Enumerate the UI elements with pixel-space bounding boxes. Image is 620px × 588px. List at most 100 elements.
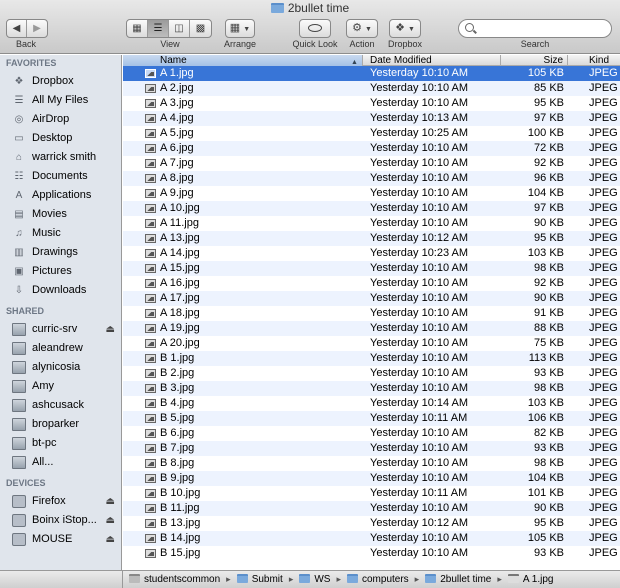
file-row[interactable]: B 8.jpg Yesterday 10:10 AM 98 KB JPEG (123, 456, 620, 471)
file-row[interactable]: A 18.jpg Yesterday 10:10 AM 91 KB JPEG (123, 306, 620, 321)
file-row[interactable]: B 7.jpg Yesterday 10:10 AM 93 KB JPEG (123, 441, 620, 456)
sidebar-item-desktop[interactable]: ▭ Desktop (0, 129, 121, 148)
action-button[interactable]: ⚙ ▼ (346, 19, 378, 38)
file-row[interactable]: B 6.jpg Yesterday 10:10 AM 82 KB JPEG (123, 426, 620, 441)
file-date: Yesterday 10:10 AM (370, 502, 469, 514)
file-size: 103 KB (527, 397, 564, 409)
image-file-icon (145, 189, 156, 198)
file-row[interactable]: B 1.jpg Yesterday 10:10 AM 113 KB JPEG (123, 351, 620, 366)
path-segment[interactable]: 2bullet time (425, 571, 491, 588)
file-row[interactable]: B 4.jpg Yesterday 10:14 AM 103 KB JPEG (123, 396, 620, 411)
file-row[interactable]: A 1.jpg Yesterday 10:10 AM 105 KB JPEG (123, 66, 620, 81)
list-view-icon[interactable]: ☰ (148, 20, 169, 37)
sidebar-item-warrick-smith[interactable]: ⌂ warrick smith (0, 148, 121, 167)
forward-button[interactable]: ▶ (27, 20, 47, 37)
sidebar-item-ashcusack[interactable]: ashcusack (0, 396, 121, 415)
sidebar-item-downloads[interactable]: ⇩ Downloads (0, 281, 121, 300)
file-row[interactable]: A 6.jpg Yesterday 10:10 AM 72 KB JPEG (123, 141, 620, 156)
file-row[interactable]: B 10.jpg Yesterday 10:11 AM 101 KB JPEG (123, 486, 620, 501)
sidebar-item-drawings[interactable]: ▥ Drawings (0, 243, 121, 262)
eject-icon[interactable]: ⏏ (106, 511, 115, 530)
file-row[interactable]: A 3.jpg Yesterday 10:10 AM 95 KB JPEG (123, 96, 620, 111)
sidebar-item-movies[interactable]: ▤ Movies (0, 205, 121, 224)
sidebar-item-boinx-istop[interactable]: Boinx iStop... ⏏ (0, 511, 121, 530)
file-name: B 7.jpg (160, 442, 195, 454)
file-name: B 15.jpg (160, 547, 201, 559)
file-row[interactable]: A 15.jpg Yesterday 10:10 AM 98 KB JPEG (123, 261, 620, 276)
file-row[interactable]: A 4.jpg Yesterday 10:13 AM 97 KB JPEG (123, 111, 620, 126)
image-file-icon (145, 414, 156, 423)
file-date: Yesterday 10:10 AM (370, 532, 469, 544)
file-row[interactable]: B 13.jpg Yesterday 10:12 AM 95 KB JPEG (123, 516, 620, 531)
chevron-right-icon: ▸ (414, 574, 420, 584)
sidebar-item-all-my-files[interactable]: ☰ All My Files (0, 91, 121, 110)
file-row[interactable]: A 13.jpg Yesterday 10:12 AM 95 KB JPEG (123, 231, 620, 246)
file-size: 75 KB (534, 337, 564, 349)
file-row[interactable]: A 10.jpg Yesterday 10:10 AM 97 KB JPEG (123, 201, 620, 216)
sidebar-item-dropbox[interactable]: ❖ Dropbox (0, 72, 121, 91)
path-segment[interactable]: WS (299, 571, 330, 588)
icon-view-icon[interactable]: ▦ (127, 20, 148, 37)
sidebar-item-firefox[interactable]: Firefox ⏏ (0, 492, 121, 511)
file-size: 85 KB (534, 82, 564, 94)
size-column-header[interactable]: Size (501, 55, 568, 66)
path-segment[interactable]: computers (346, 571, 409, 588)
file-row[interactable]: A 8.jpg Yesterday 10:10 AM 96 KB JPEG (123, 171, 620, 186)
eject-icon[interactable]: ⏏ (106, 492, 115, 511)
file-row[interactable]: A 7.jpg Yesterday 10:10 AM 92 KB JPEG (123, 156, 620, 171)
path-segment[interactable]: Submit (236, 571, 283, 588)
sidebar-item-applications[interactable]: A Applications (0, 186, 121, 205)
sidebar-item-aleandrew[interactable]: aleandrew (0, 339, 121, 358)
search-input[interactable] (477, 21, 607, 36)
sidebar-item-label: AirDrop (32, 113, 70, 125)
file-row[interactable]: B 3.jpg Yesterday 10:10 AM 98 KB JPEG (123, 381, 620, 396)
file-row[interactable]: B 11.jpg Yesterday 10:10 AM 90 KB JPEG (123, 501, 620, 516)
sidebar-item-music[interactable]: ♫ Music (0, 224, 121, 243)
path-segment[interactable]: A 1.jpg (507, 571, 553, 588)
sidebar-item-curric-srv[interactable]: curric-srv ⏏ (0, 320, 121, 339)
file-row[interactable]: B 5.jpg Yesterday 10:11 AM 106 KB JPEG (123, 411, 620, 426)
back-button[interactable]: ◀ (7, 20, 27, 37)
grid-icon: ▦ (229, 22, 241, 34)
file-row[interactable]: A 2.jpg Yesterday 10:10 AM 85 KB JPEG (123, 81, 620, 96)
file-row[interactable]: A 11.jpg Yesterday 10:10 AM 90 KB JPEG (123, 216, 620, 231)
path-segment[interactable]: studentscommon (129, 571, 220, 588)
sidebar-item-bt-pc[interactable]: bt-pc (0, 434, 121, 453)
file-row[interactable]: B 9.jpg Yesterday 10:10 AM 104 KB JPEG (123, 471, 620, 486)
file-row[interactable]: A 16.jpg Yesterday 10:10 AM 92 KB JPEG (123, 276, 620, 291)
coverflow-view-icon[interactable]: ▩ (190, 20, 211, 37)
sidebar-item-all[interactable]: All... (0, 453, 121, 472)
file-row[interactable]: A 14.jpg Yesterday 10:23 AM 103 KB JPEG (123, 246, 620, 261)
sidebar-item-alynicosia[interactable]: alynicosia (0, 358, 121, 377)
quick-look-button[interactable] (299, 19, 331, 38)
file-row[interactable]: A 5.jpg Yesterday 10:25 AM 100 KB JPEG (123, 126, 620, 141)
file-name: B 2.jpg (160, 367, 195, 379)
eject-icon[interactable]: ⏏ (106, 320, 115, 339)
name-column-header[interactable]: Name (123, 55, 363, 66)
file-date: Yesterday 10:10 AM (370, 142, 469, 154)
sidebar-item-airdrop[interactable]: ◎ AirDrop (0, 110, 121, 129)
dropbox-button[interactable]: ❖ ▼ (389, 19, 421, 38)
file-name: B 5.jpg (160, 412, 195, 424)
file-name: A 19.jpg (160, 322, 200, 334)
file-row[interactable]: A 9.jpg Yesterday 10:10 AM 104 KB JPEG (123, 186, 620, 201)
file-row[interactable]: B 14.jpg Yesterday 10:10 AM 105 KB JPEG (123, 531, 620, 546)
sidebar-item-mouse[interactable]: MOUSE ⏏ (0, 530, 121, 549)
file-row[interactable]: B 2.jpg Yesterday 10:10 AM 93 KB JPEG (123, 366, 620, 381)
sidebar-item-amy[interactable]: Amy (0, 377, 121, 396)
file-row[interactable]: A 17.jpg Yesterday 10:10 AM 90 KB JPEG (123, 291, 620, 306)
image-file-icon (145, 489, 156, 498)
image-file-icon (145, 144, 156, 153)
eject-icon[interactable]: ⏏ (106, 530, 115, 549)
file-row[interactable]: B 15.jpg Yesterday 10:10 AM 93 KB JPEG (123, 546, 620, 561)
file-row[interactable]: A 20.jpg Yesterday 10:10 AM 75 KB JPEG (123, 336, 620, 351)
date-column-header[interactable]: Date Modified (363, 55, 501, 66)
sidebar-item-documents[interactable]: ☷ Documents (0, 167, 121, 186)
kind-column-header[interactable]: Kind (568, 55, 620, 66)
file-row[interactable]: A 19.jpg Yesterday 10:10 AM 88 KB JPEG (123, 321, 620, 336)
sidebar-item-pictures[interactable]: ▣ Pictures (0, 262, 121, 281)
column-view-icon[interactable]: ◫ (169, 20, 190, 37)
arrange-button[interactable]: ▦ ▼ (225, 19, 255, 38)
file-kind: JPEG (589, 127, 618, 139)
sidebar-item-broparker[interactable]: broparker (0, 415, 121, 434)
